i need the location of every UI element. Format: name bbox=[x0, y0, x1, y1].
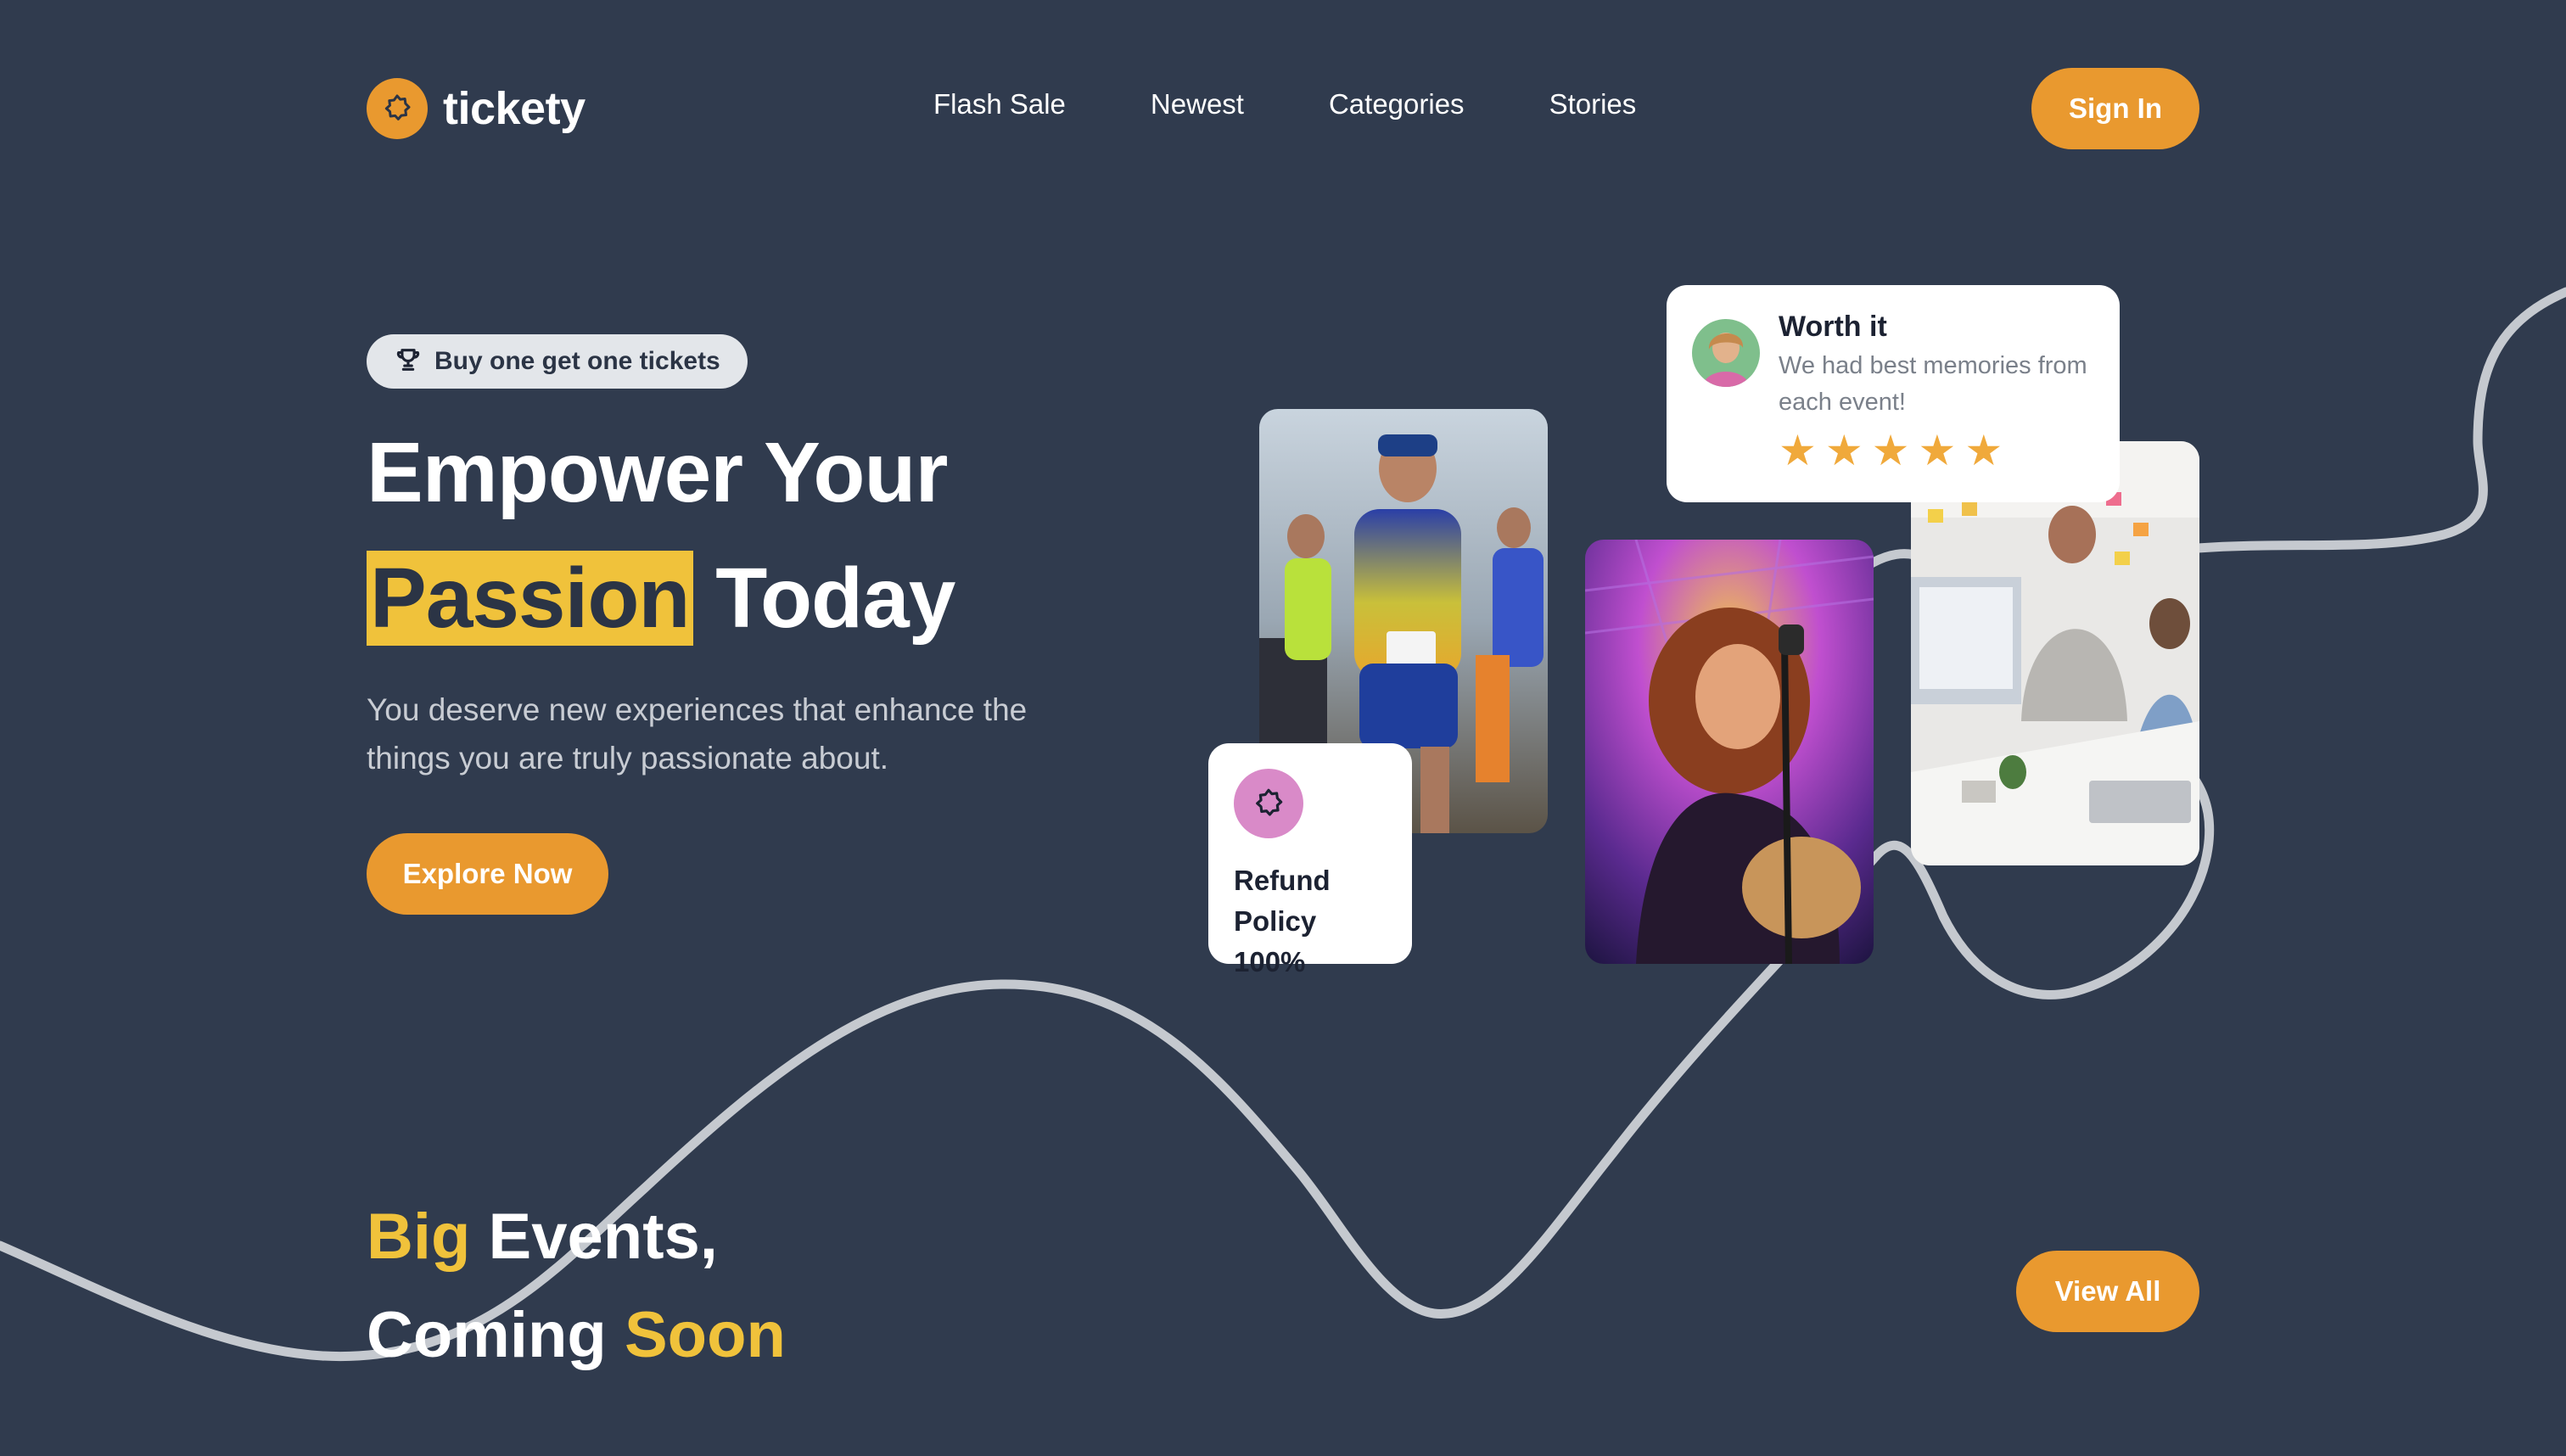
review-title: Worth it bbox=[1779, 311, 1887, 343]
events-heading-accent-big: Big bbox=[367, 1201, 471, 1273]
star-icon: ★ bbox=[1918, 427, 1957, 474]
star-icon: ★ bbox=[1964, 427, 2003, 474]
main-nav: Flash Sale Newest Categories Stories bbox=[933, 88, 1636, 120]
hero-title-line1: Empower Your bbox=[367, 425, 948, 520]
ticket-badge-icon bbox=[1234, 769, 1303, 838]
star-icon: ★ bbox=[1779, 427, 1817, 474]
review-card: Worth it We had best memories from each … bbox=[1667, 285, 2120, 502]
star-rating: ★ ★ ★ ★ ★ bbox=[1779, 429, 2003, 472]
review-text: We had best memories from each event! bbox=[1779, 352, 2087, 416]
hero-title-highlight: Passion bbox=[367, 551, 693, 646]
hero-description: You deserve new experiences that enhance… bbox=[367, 692, 1028, 776]
office-meeting-photo bbox=[1911, 441, 2199, 865]
hero-title-line2: Passion Today bbox=[367, 550, 955, 647]
events-heading-rest: Events, bbox=[470, 1201, 718, 1273]
events-heading-coming: Coming bbox=[367, 1299, 625, 1371]
explore-now-button[interactable]: Explore Now bbox=[367, 833, 608, 915]
nav-item-categories[interactable]: Categories bbox=[1329, 88, 1465, 120]
nav-item-flash-sale[interactable]: Flash Sale bbox=[933, 88, 1066, 120]
nav-item-stories[interactable]: Stories bbox=[1549, 88, 1637, 120]
refund-policy-card: Refund Policy 100% bbox=[1208, 743, 1412, 977]
trophy-icon bbox=[394, 345, 423, 378]
events-heading-line1: Big Events, bbox=[367, 1200, 718, 1274]
avatar bbox=[1692, 319, 1760, 387]
refund-policy-text: Refund Policy 100% bbox=[1234, 865, 1331, 977]
landing-page: tickety Flash Sale Newest Categories Sto… bbox=[0, 0, 2566, 1456]
events-heading-line2: Coming Soon bbox=[367, 1298, 786, 1372]
star-icon: ★ bbox=[1871, 427, 1910, 474]
ticket-badge-icon bbox=[367, 78, 428, 139]
concert-singer-photo bbox=[1585, 540, 1874, 964]
star-icon: ★ bbox=[1824, 427, 1863, 474]
promo-badge: Buy one get one tickets bbox=[367, 334, 748, 389]
nav-item-newest[interactable]: Newest bbox=[1151, 88, 1244, 120]
sign-in-button[interactable]: Sign In bbox=[2031, 68, 2199, 149]
events-heading-accent-soon: Soon bbox=[624, 1299, 786, 1371]
view-all-button[interactable]: View All bbox=[2016, 1251, 2199, 1332]
brand-logo[interactable]: tickety bbox=[367, 78, 585, 139]
brand-name: tickety bbox=[443, 83, 585, 134]
hero-title-rest: Today bbox=[692, 551, 955, 646]
promo-badge-text: Buy one get one tickets bbox=[434, 347, 720, 375]
